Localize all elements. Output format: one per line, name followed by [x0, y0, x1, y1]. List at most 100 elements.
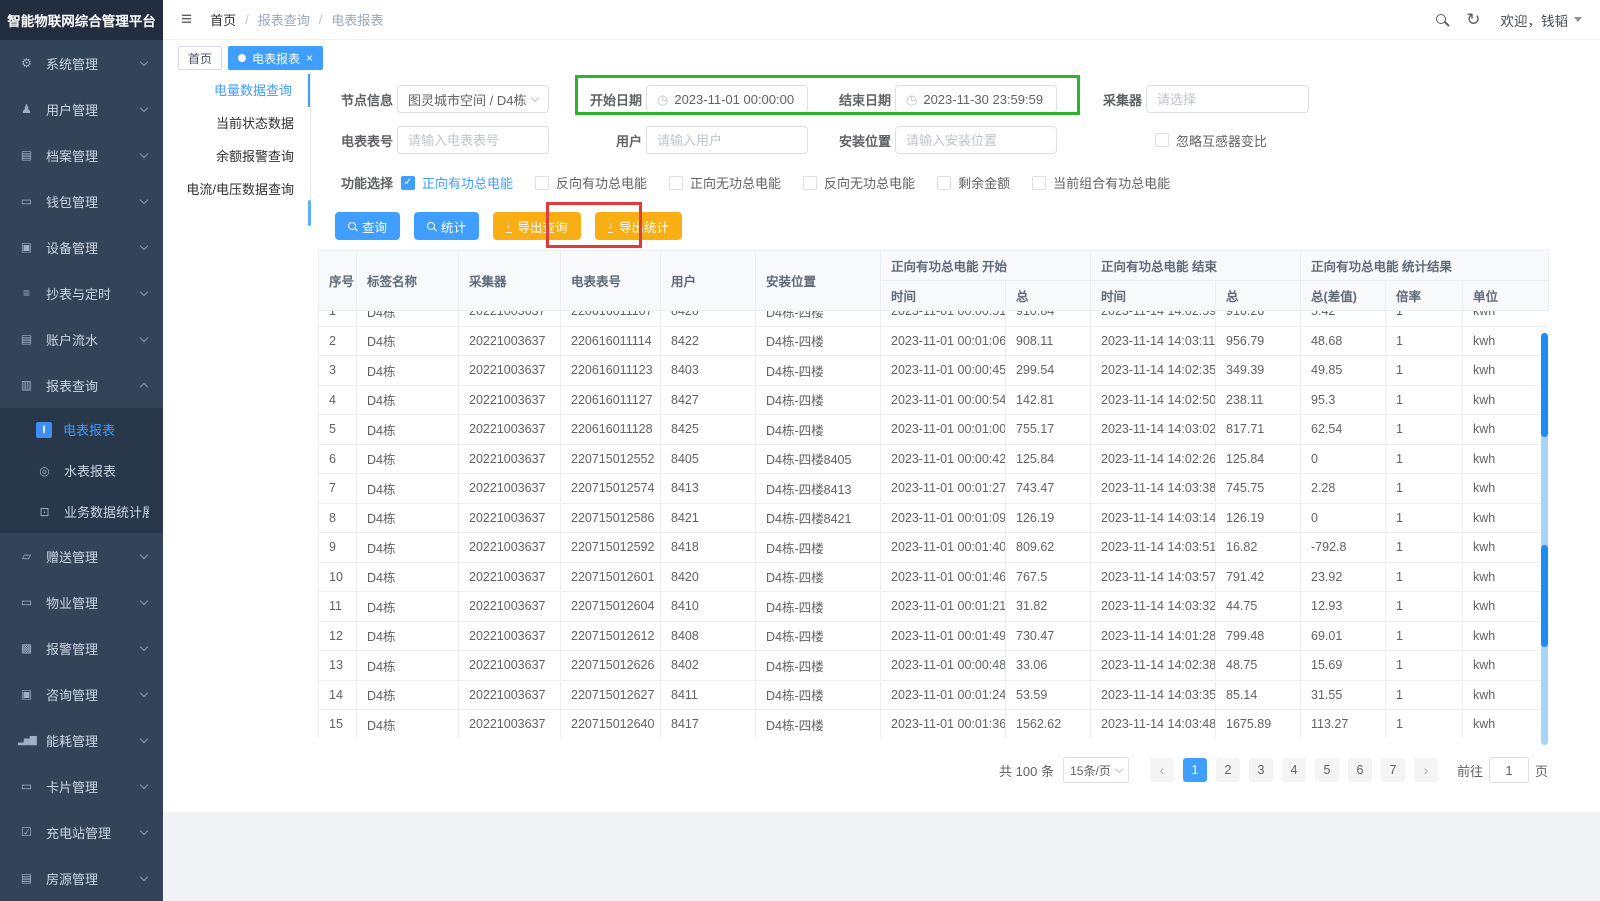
cell-user: 8402 [661, 651, 756, 681]
report-icon: ▥ [18, 379, 35, 391]
cell-start-time: 2023-11-01 00:00:51 [881, 311, 1006, 326]
function-option-6[interactable]: 当前组合有功总电能 [1032, 173, 1170, 192]
clock-icon: ◷ [906, 93, 917, 106]
checkbox-checked[interactable]: ✓ [401, 176, 415, 190]
sidebar-item-wallet[interactable]: ▭钱包管理 [0, 178, 163, 224]
subnav-current-status[interactable]: 当前状态数据 [175, 107, 310, 140]
page-button-7[interactable]: 7 [1381, 758, 1405, 782]
start-date-input[interactable]: ◷ [646, 85, 808, 113]
sidebar-item-devices[interactable]: ▣设备管理 [0, 224, 163, 270]
function-option-3[interactable]: 正向无功总电能 [669, 173, 781, 192]
page-button-6[interactable]: 6 [1348, 758, 1372, 782]
tab-home[interactable]: 首页 [178, 46, 222, 70]
checkbox-unchecked[interactable] [803, 176, 817, 190]
sidebar-item-meter-reading[interactable]: ≡抄表与定时 [0, 270, 163, 316]
function-option-2[interactable]: 反向有功总电能 [535, 173, 647, 192]
page-button-1[interactable]: 1 [1183, 758, 1207, 782]
function-option-label: 当前组合有功总电能 [1053, 173, 1170, 192]
sidebar-item-housing[interactable]: ▤房源管理 [0, 855, 163, 901]
cell-user: 8411 [661, 680, 756, 710]
data-table: 序号标签名称采集器电表表号用户安装位置正向有功总电能 开始正向有功总电能 结束正… [318, 250, 1548, 738]
checkbox-unchecked[interactable] [669, 176, 683, 190]
ignore-ct-checkbox[interactable] [1155, 133, 1169, 147]
refresh-icon[interactable]: ↻ [1466, 11, 1480, 28]
main-area: ≡ 首页 / 报表查询 / 电表报表 ↻ 欢迎，钱韬 首页 电表报表 × [163, 0, 1600, 901]
cell-meter-no: 220715012626 [561, 651, 661, 681]
page-button-2[interactable]: 2 [1216, 758, 1240, 782]
sidebar-item-system[interactable]: ⚙系统管理 [0, 40, 163, 86]
cell-end-time: 2023-11-14 14:02:26 [1091, 444, 1216, 474]
chevron-down-icon [140, 780, 148, 788]
total-count: 共 100 条 [999, 761, 1054, 780]
checkbox-unchecked[interactable] [937, 176, 951, 190]
search-icon[interactable] [1436, 12, 1446, 27]
sidebar-item-alarm[interactable]: ▩报警管理 [0, 625, 163, 671]
start-date-value[interactable] [674, 92, 797, 107]
breadcrumb-reports[interactable]: 报表查询 [258, 10, 310, 29]
sidebar-item-gifts[interactable]: ▱赠送管理 [0, 533, 163, 579]
meter-no-input[interactable] [397, 126, 549, 154]
cell-start-total: 31.82 [1006, 592, 1091, 622]
cell-index: 8 [319, 503, 357, 533]
sidebar-item-wallet-label: 钱包管理 [46, 192, 141, 211]
table-row: 14D4栋202210036372207150126278411D4栋-四楼20… [319, 680, 1549, 710]
sidebar-item-charging[interactable]: ☑充电站管理 [0, 809, 163, 855]
page-button-5[interactable]: 5 [1315, 758, 1339, 782]
sidebar-item-users[interactable]: ♟用户管理 [0, 86, 163, 132]
subnav-current-voltage[interactable]: 电流/电压数据查询 [175, 173, 310, 206]
next-page-button[interactable]: › [1414, 758, 1438, 782]
clock-icon: ◷ [657, 93, 668, 106]
sidebar-item-consult[interactable]: ▣咨询管理 [0, 671, 163, 717]
page-button-4[interactable]: 4 [1282, 758, 1306, 782]
goto-page-input[interactable] [1489, 757, 1529, 783]
close-icon[interactable]: × [306, 52, 313, 64]
checkbox-unchecked[interactable] [535, 176, 549, 190]
tab-bar: 首页 电表报表 × [163, 40, 1600, 72]
location-input[interactable] [895, 126, 1057, 154]
tab-electric-report[interactable]: 电表报表 × [228, 46, 323, 70]
sidebar-item-electric-report[interactable]: I电表报表 [0, 409, 163, 450]
sidebar-item-energy[interactable]: ▂▅▇能耗管理 [0, 717, 163, 763]
user-menu[interactable]: 欢迎，钱韬 [1501, 10, 1583, 30]
subnav-electric-data[interactable]: 电量数据查询 [175, 74, 310, 107]
function-options: ✓正向有功总电能 反向有功总电能 正向无功总电能 反向无功总电能 剩余金额 当前组合有功总… [401, 173, 1192, 192]
sidebar-item-account-flow[interactable]: ▤账户流水 [0, 316, 163, 362]
node-select[interactable]: 图灵城市空间 / D4栋 [397, 85, 549, 113]
breadcrumb-home[interactable]: 首页 [210, 10, 236, 29]
sidebar-item-business-stats[interactable]: ⊡业务数据统计展示 [0, 491, 163, 532]
hamburger-icon[interactable]: ≡ [181, 10, 192, 29]
function-option-1[interactable]: ✓正向有功总电能 [401, 173, 513, 192]
cell-diff-total: 31.55 [1301, 680, 1386, 710]
filter-form: 节点信息 图灵城市空间 / D4栋 开始日期 ◷ 结束日期 ◷ 采集器 [335, 85, 1309, 192]
user-input[interactable] [646, 126, 808, 154]
export-stats-button[interactable]: ↓ 导出统计 [595, 212, 683, 240]
sidebar-item-archives[interactable]: ▤档案管理 [0, 132, 163, 178]
page-size-select[interactable]: 15条/页 [1063, 757, 1129, 783]
end-date-input[interactable]: ◷ [895, 85, 1057, 113]
stats-button[interactable]: 统计 [414, 212, 479, 240]
prev-page-button[interactable]: ‹ [1150, 758, 1174, 782]
subnav-balance-alarm[interactable]: 余额报警查询 [175, 140, 310, 173]
header-row-groups: 序号标签名称采集器电表表号用户安装位置正向有功总电能 开始正向有功总电能 结束正… [319, 251, 1549, 281]
cell-ratio: 1 [1386, 415, 1463, 445]
collector-input[interactable] [1146, 85, 1309, 113]
function-option-5[interactable]: 剩余金额 [937, 173, 1010, 192]
query-button[interactable]: 查询 [335, 212, 400, 240]
scrollbar-thumb[interactable] [1541, 545, 1548, 647]
function-option-4[interactable]: 反向无功总电能 [803, 173, 915, 192]
end-date-value[interactable] [923, 92, 1046, 107]
checkbox-unchecked[interactable] [1032, 176, 1046, 190]
cell-meter-no: 220715012627 [561, 680, 661, 710]
cell-tag-name: D4栋 [357, 621, 459, 651]
export-query-button[interactable]: ↓ 导出查询 [493, 212, 581, 240]
sidebar-item-water-report[interactable]: ◎水表报表 [0, 450, 163, 491]
ignore-ct-option[interactable]: 忽略互感器变比 [1155, 131, 1267, 150]
sidebar-item-cards[interactable]: ▭卡片管理 [0, 763, 163, 809]
page-button-3[interactable]: 3 [1249, 758, 1273, 782]
scrollbar-thumb[interactable] [1541, 333, 1548, 437]
cell-install-location: D4栋-四楼 [756, 415, 881, 445]
table-scrollbar[interactable] [1541, 333, 1548, 745]
sidebar-item-reports[interactable]: ▥报表查询 [0, 362, 163, 408]
sidebar-item-property[interactable]: ▭物业管理 [0, 579, 163, 625]
cell-unit: kwh [1463, 415, 1549, 445]
